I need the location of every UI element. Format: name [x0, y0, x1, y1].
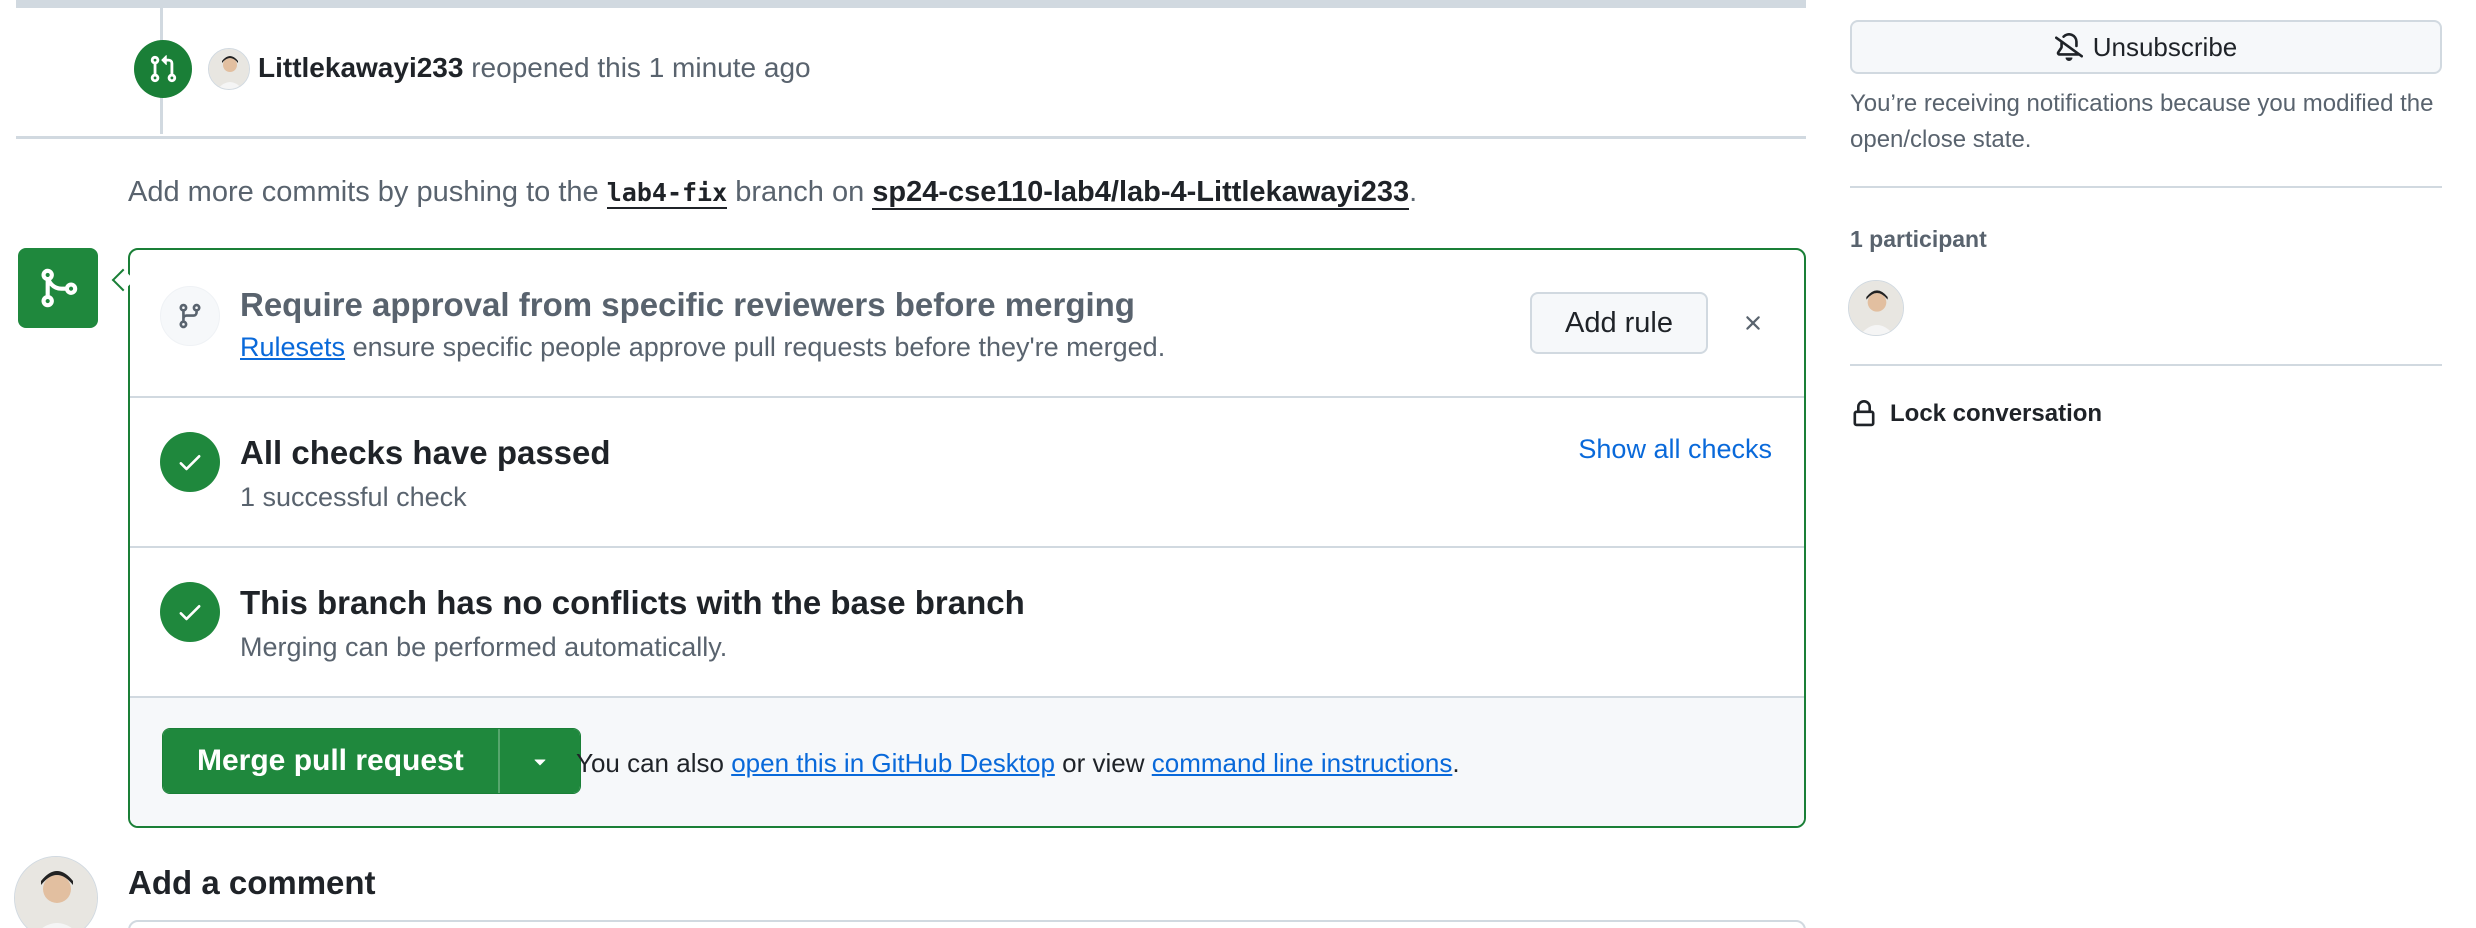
sidebar-divider — [1850, 364, 2442, 366]
merge-status-icon-box — [18, 248, 98, 328]
timeline-divider — [16, 136, 1806, 139]
ruleset-icon-wrap — [160, 286, 220, 346]
ruleset-title: Require approval from specific reviewers… — [240, 286, 1135, 323]
reopened-event-text: Littlekawayi233 reopened this 1 minute a… — [258, 52, 811, 84]
push-hint: Add more commits by pushing to the lab4-… — [128, 176, 1418, 210]
checks-section: All checks have passed 1 successful chec… — [130, 398, 1804, 548]
checks-subtitle: 1 successful check — [240, 482, 467, 512]
merge-box: Require approval from specific reviewers… — [128, 248, 1806, 828]
comment-editor[interactable] — [128, 920, 1806, 928]
sidebar-divider — [1850, 186, 2442, 188]
unsubscribe-button[interactable]: Unsubscribe — [1850, 20, 2442, 74]
merge-note-middle: or view — [1062, 748, 1145, 778]
push-hint-suffix: . — [1409, 176, 1418, 208]
branch-name-link[interactable]: lab4-fix — [606, 178, 728, 209]
check-icon — [179, 605, 201, 621]
ruleset-suggestion: Require approval from specific reviewers… — [130, 250, 1804, 398]
merge-method-dropdown[interactable] — [497, 729, 580, 793]
rulesets-link[interactable]: Rulesets — [240, 332, 345, 362]
command-line-instructions-link[interactable]: command line instructions — [1152, 748, 1453, 778]
dismiss-button[interactable] — [1738, 308, 1768, 338]
repo-link[interactable]: sp24-cse110-lab4/lab-4-Littlekawayi233 — [872, 176, 1410, 210]
bell-slash-icon — [2054, 33, 2083, 61]
add-rule-button[interactable]: Add rule — [1530, 292, 1708, 354]
merge-note-suffix: . — [1452, 748, 1460, 778]
conflicts-title: This branch has no conflicts with the ba… — [240, 584, 1025, 621]
ruleset-description: Rulesets ensure specific people approve … — [240, 332, 1165, 363]
avatar[interactable] — [208, 48, 250, 90]
reopened-event-badge — [134, 40, 192, 98]
lock-conversation-button[interactable]: Lock conversation — [1850, 400, 2102, 428]
merge-alternatives-note: You can also open this in GitHub Desktop… — [576, 748, 1460, 779]
conflicts-section: This branch has no conflicts with the ba… — [130, 548, 1804, 698]
push-hint-middle: branch on — [735, 176, 865, 208]
show-all-checks-link[interactable]: Show all checks — [1578, 434, 1772, 465]
timeline-top-border — [16, 0, 1806, 8]
checks-status-icon — [160, 432, 220, 492]
git-merge-icon — [41, 268, 78, 308]
triangle-down-icon — [534, 759, 546, 766]
git-branch-icon — [179, 303, 201, 329]
merge-button-group: Merge pull request — [162, 728, 581, 794]
push-hint-prefix: Add more commits by pushing to the — [128, 176, 599, 208]
participant-avatar[interactable] — [1848, 280, 1904, 336]
event-action: reopened this — [471, 52, 641, 83]
git-pull-request-icon — [150, 55, 177, 83]
participants-label: 1 participant — [1850, 226, 1987, 252]
check-icon — [179, 455, 201, 471]
unsubscribe-label: Unsubscribe — [2092, 31, 2238, 62]
checks-title: All checks have passed — [240, 434, 611, 471]
github-desktop-link[interactable]: open this in GitHub Desktop — [731, 748, 1055, 778]
current-user-avatar[interactable] — [14, 856, 98, 928]
add-comment-heading: Add a comment — [128, 864, 376, 901]
merge-pull-request-button[interactable]: Merge pull request — [163, 729, 498, 793]
x-icon — [1746, 316, 1760, 330]
event-author-link[interactable]: Littlekawayi233 — [258, 52, 463, 83]
lock-conversation-label: Lock conversation — [1890, 400, 2103, 427]
merge-note-prefix: You can also — [576, 748, 724, 778]
ruleset-text: ensure specific people approve pull requ… — [352, 332, 1166, 362]
merge-action-section: Merge pull request You can also open thi… — [130, 698, 1804, 826]
event-time[interactable]: 1 minute ago — [649, 52, 811, 83]
conflicts-subtitle: Merging can be performed automatically. — [240, 632, 728, 662]
conflicts-status-icon — [160, 582, 220, 642]
lock-icon — [1853, 400, 1875, 427]
notification-reason: You’re receiving notifications because y… — [1850, 90, 2434, 153]
